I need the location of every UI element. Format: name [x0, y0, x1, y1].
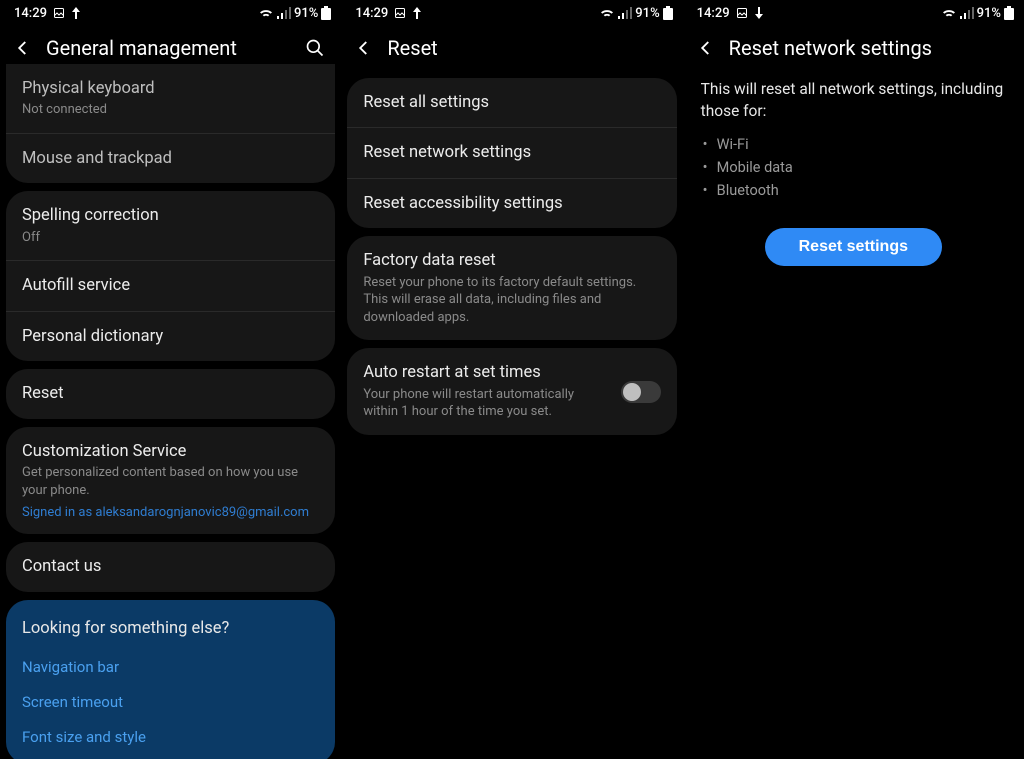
wifi-icon	[941, 7, 957, 19]
status-time: 14:29	[697, 6, 730, 21]
reset-settings-button[interactable]: Reset settings	[765, 228, 942, 266]
link-navigation-bar[interactable]: Navigation bar	[6, 649, 335, 684]
back-button[interactable]	[697, 39, 715, 57]
battery-percent: 91%	[294, 6, 318, 21]
row-title: Factory data reset	[363, 250, 660, 271]
status-time: 14:29	[355, 6, 388, 21]
row-auto-restart[interactable]: Auto restart at set times Your phone wil…	[347, 348, 676, 435]
description-text: This will reset all network settings, in…	[683, 72, 1024, 127]
row-title: Looking for something else?	[22, 618, 319, 639]
back-button[interactable]	[355, 39, 373, 57]
reset-bullet-list: Wi-Fi Mobile data Bluetooth	[683, 127, 1024, 220]
row-autofill-service[interactable]: Autofill service	[6, 261, 335, 311]
row-reset[interactable]: Reset	[6, 369, 335, 418]
bullet-wifi: Wi-Fi	[717, 133, 1024, 156]
page-title: Reset	[387, 36, 668, 60]
bullet-bluetooth: Bluetooth	[717, 179, 1024, 202]
status-time: 14:29	[14, 6, 47, 21]
card-factory-reset: Factory data reset Reset your phone to i…	[347, 236, 676, 340]
card-input-devices: Physical keyboard Not connected Mouse an…	[6, 64, 335, 183]
wifi-icon	[258, 7, 274, 19]
upload-icon	[71, 7, 81, 19]
row-subtitle: Your phone will restart automatically wi…	[363, 386, 610, 421]
row-title: Personal dictionary	[22, 326, 319, 347]
row-title: Spelling correction	[22, 205, 319, 226]
image-icon	[736, 7, 748, 19]
bullet-mobile-data: Mobile data	[717, 156, 1024, 179]
row-reset-accessibility-settings[interactable]: Reset accessibility settings	[347, 179, 676, 228]
row-contact-us[interactable]: Contact us	[6, 542, 335, 591]
status-bar: 14:29 91%	[683, 0, 1024, 26]
back-button[interactable]	[14, 39, 32, 57]
card-looking-for-else: Looking for something else? Navigation b…	[6, 600, 335, 759]
row-reset-network-settings[interactable]: Reset network settings	[347, 128, 676, 178]
auto-restart-toggle[interactable]	[621, 381, 661, 403]
row-title: Mouse and trackpad	[22, 148, 319, 169]
signal-icon	[960, 7, 974, 19]
header: Reset network settings	[683, 26, 1024, 72]
upload-icon	[412, 7, 422, 19]
status-bar: 14:29 91%	[341, 0, 682, 26]
header: Reset	[341, 26, 682, 72]
status-bar: 14:29 91%	[0, 0, 341, 26]
battery-icon	[321, 6, 331, 20]
row-personal-dictionary[interactable]: Personal dictionary	[6, 312, 335, 361]
row-title: Auto restart at set times	[363, 362, 610, 383]
page-title: Reset network settings	[729, 36, 1010, 60]
card-reset: Reset	[6, 369, 335, 418]
row-spelling-correction[interactable]: Spelling correction Off	[6, 191, 335, 261]
link-screen-timeout[interactable]: Screen timeout	[6, 684, 335, 719]
row-subtitle: Get personalized content based on how yo…	[22, 464, 319, 499]
row-subtitle: Off	[22, 229, 319, 247]
signal-icon	[618, 7, 632, 19]
card-auto-restart: Auto restart at set times Your phone wil…	[347, 348, 676, 435]
page-title: General management	[46, 36, 289, 60]
battery-percent: 91%	[635, 6, 659, 21]
row-mouse-trackpad[interactable]: Mouse and trackpad	[6, 134, 335, 183]
row-subtitle: Not connected	[22, 101, 319, 119]
screen-reset-network-settings: 14:29 91% Reset network settings This wi…	[683, 0, 1024, 759]
row-physical-keyboard[interactable]: Physical keyboard Not connected	[6, 64, 335, 134]
card-text-input: Spelling correction Off Autofill service…	[6, 191, 335, 361]
wifi-icon	[599, 7, 615, 19]
link-label: Screen timeout	[22, 693, 123, 711]
row-subtitle: Reset your phone to its factory default …	[363, 274, 660, 327]
link-font-size-style[interactable]: Font size and style	[6, 719, 335, 759]
row-title: Contact us	[22, 556, 319, 577]
screen-general-management: 14:29 91% General management Physical ke…	[0, 0, 341, 759]
battery-icon	[1004, 6, 1014, 20]
card-contact: Contact us	[6, 542, 335, 591]
screen-reset: 14:29 91% Reset Reset all settings Reset…	[341, 0, 682, 759]
link-label: Navigation bar	[22, 658, 119, 676]
card-reset-options: Reset all settings Reset network setting…	[347, 78, 676, 228]
row-title: Reset network settings	[363, 142, 660, 163]
card-customization: Customization Service Get personalized c…	[6, 427, 335, 535]
battery-icon	[663, 6, 673, 20]
row-customization-service[interactable]: Customization Service Get personalized c…	[6, 427, 335, 535]
row-reset-all-settings[interactable]: Reset all settings	[347, 78, 676, 128]
search-button[interactable]	[303, 36, 327, 60]
signed-in-link[interactable]: Signed in as aleksandarognjanovic89@gmai…	[22, 505, 319, 520]
row-title: Physical keyboard	[22, 78, 319, 99]
image-icon	[394, 7, 406, 19]
row-title: Reset accessibility settings	[363, 193, 660, 214]
link-label: Font size and style	[22, 728, 146, 746]
row-title: Autofill service	[22, 275, 319, 296]
row-title: Reset	[22, 383, 319, 404]
download-icon	[754, 7, 764, 19]
image-icon	[53, 7, 65, 19]
battery-percent: 91%	[977, 6, 1001, 21]
row-factory-data-reset[interactable]: Factory data reset Reset your phone to i…	[347, 236, 676, 340]
row-title: Customization Service	[22, 441, 319, 462]
row-title: Reset all settings	[363, 92, 660, 113]
looking-for-heading: Looking for something else?	[6, 600, 335, 649]
signal-icon	[277, 7, 291, 19]
